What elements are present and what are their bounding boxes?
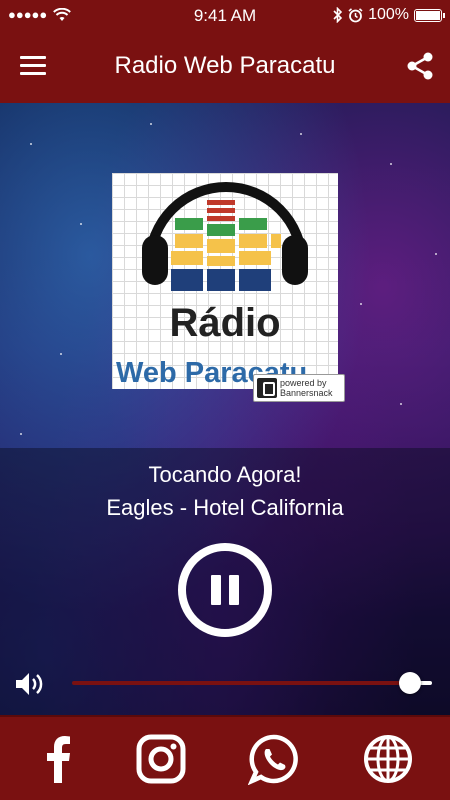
share-button[interactable] [404, 50, 436, 82]
star [435, 253, 437, 255]
badge-text: powered by Bannersnack [280, 378, 333, 398]
battery-fill [416, 10, 440, 20]
track-title: Eagles - Hotel California [106, 495, 344, 520]
facebook-icon[interactable] [32, 733, 84, 785]
now-playing-panel: Tocando Agora! Eagles - Hotel California [0, 448, 450, 715]
station-logo: Rádio Web Paracatu [112, 173, 338, 389]
star [80, 223, 82, 225]
headphones-equalizer-logo [142, 182, 308, 291]
star [390, 163, 392, 165]
star [360, 303, 362, 305]
star [20, 433, 22, 435]
star [30, 143, 32, 145]
player-background: Rádio Web Paracatu Tocando Agora! Eagles… [0, 103, 450, 715]
social-bar [0, 715, 450, 800]
now-playing-label: Tocando Agora! [148, 462, 302, 487]
page-title: Radio Web Paracatu [114, 52, 336, 79]
battery-icon [414, 8, 445, 22]
share-icon [407, 52, 433, 80]
alarm-icon [348, 7, 363, 22]
speaker-icon[interactable] [14, 670, 46, 698]
logo-word-radio: Rádio [169, 301, 281, 345]
globe-icon[interactable] [362, 733, 414, 785]
volume-thumb[interactable] [399, 672, 422, 694]
status-right: 100% [333, 6, 445, 24]
status-bar: ●●●●● 9:41 AM 100% [0, 0, 450, 30]
star [60, 353, 62, 355]
whatsapp-icon[interactable] [248, 733, 300, 785]
volume-slider[interactable] [72, 672, 432, 694]
volume-track-filled [72, 681, 411, 685]
battery-percent: 100% [368, 6, 409, 23]
powered-by-badge[interactable]: powered by Bannersnack [253, 374, 345, 402]
star [300, 133, 302, 135]
bluetooth-icon [333, 7, 343, 23]
bannersnack-icon [257, 378, 277, 398]
instagram-icon[interactable] [135, 733, 187, 785]
star [400, 403, 402, 405]
pause-button[interactable] [178, 543, 272, 637]
app-bar: Radio Web Paracatu [0, 30, 450, 103]
star [150, 123, 152, 125]
